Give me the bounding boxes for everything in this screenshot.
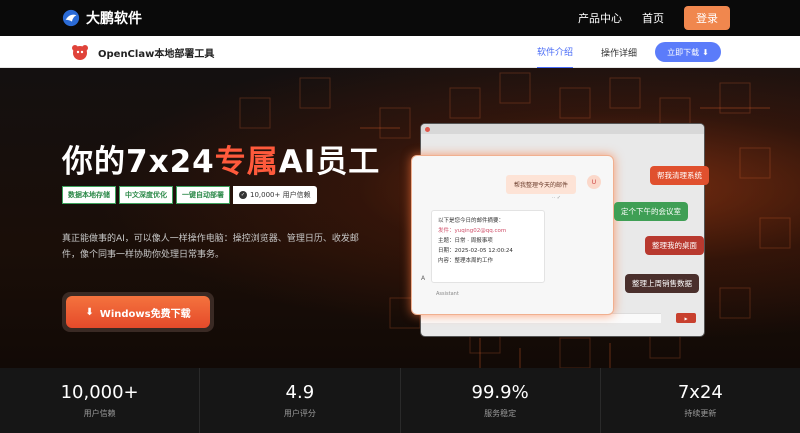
top-nav: 产品中心 首页 登录 xyxy=(578,0,730,36)
chip-book-meeting-room-label: 定个下午的会议室 xyxy=(621,207,681,216)
feature-tags: 数据本地存储 中文深度优化 一键自动部署 ✓ 10,000+ 用户信赖 xyxy=(62,186,317,204)
stat-users: 10,000+ 用户信赖 xyxy=(0,368,201,433)
tab-operation-details[interactable]: 操作详细 xyxy=(601,46,637,59)
app-logo-icon xyxy=(425,126,430,132)
stat-label: 持续更新 xyxy=(684,409,717,418)
stat-label: 服务稳定 xyxy=(484,409,517,418)
chip-clean-system-label: 帮我清理系统 xyxy=(657,171,702,180)
bird-logo-icon xyxy=(62,9,80,27)
download-now-button[interactable]: 立即下载 ⬇ xyxy=(655,42,721,62)
stat-rating: 4.9 用户评分 xyxy=(200,368,401,433)
nav-product-center[interactable]: 产品中心 xyxy=(578,10,622,26)
tag-local-storage: 数据本地存储 xyxy=(62,186,116,204)
download-arrow-icon: ⬇ xyxy=(702,47,709,57)
users-badge: ✓ 10,000+ 用户信赖 xyxy=(233,186,317,204)
chip-sales-data[interactable]: 整理上周销售数据 xyxy=(625,274,699,293)
stats-bar: 10,000+ 用户信赖 4.9 用户评分 99.9% 服务稳定 7x24 持续… xyxy=(0,368,800,433)
headline-accent: 专属 xyxy=(214,144,279,180)
login-button[interactable]: 登录 xyxy=(684,6,730,30)
hero-section: 你的7x24专属AI员工 数据本地存储 中文深度优化 一键自动部署 ✓ 10,0… xyxy=(0,68,800,368)
tag-chinese-optimized: 中文深度优化 xyxy=(119,186,173,204)
nav-home[interactable]: 首页 xyxy=(642,10,664,26)
stat-value: 7x24 xyxy=(677,382,723,403)
chip-organize-desktop[interactable]: 整理我的桌面 xyxy=(645,236,704,255)
app-titlebar xyxy=(421,124,704,134)
tag-auto-deploy: 一键自动部署 xyxy=(176,186,230,204)
chip-organize-desktop-label: 整理我的桌面 xyxy=(652,241,697,250)
ai-line-3: 主题：日常 · 周报事项 xyxy=(438,238,493,244)
tab-software-intro[interactable]: 软件介绍 xyxy=(537,36,574,69)
openclaw-logo-icon xyxy=(72,45,88,60)
app-send-button: ▶ xyxy=(676,313,696,323)
chip-sales-data-label: 整理上周销售数据 xyxy=(632,279,692,288)
stat-uptime: 99.9% 服务稳定 xyxy=(401,368,601,433)
ai-message-bubble: 以下是您今日的邮件摘要： 发件：yuqing02@qq.com 主题：日常 · … xyxy=(431,210,545,283)
users-badge-label: 10,000+ 用户信赖 xyxy=(250,191,311,199)
headline-part-2: AI员工 xyxy=(278,144,381,180)
headline-part-1: 你的7x24 xyxy=(62,144,215,180)
stat-label: 用户评分 xyxy=(283,409,316,418)
download-now-label: 立即下载 xyxy=(667,47,700,57)
user-message-meta: ·· ✓ xyxy=(552,195,561,201)
ai-footer: Assistant xyxy=(436,291,459,297)
product-name: OpenClaw本地部署工具 xyxy=(98,48,215,60)
brand[interactable]: 大鹏软件 xyxy=(62,8,142,28)
top-navbar: 大鹏软件 产品中心 首页 登录 xyxy=(0,0,800,36)
download-icon: ⬇ xyxy=(85,306,94,318)
hero-description: 真正能做事的AI，可以像人一样操作电脑：操控浏览器、管理日历、收发邮件，像个同事… xyxy=(62,234,359,260)
user-avatar: U xyxy=(587,175,601,189)
windows-download-inner: ⬇ Windows免费下载 xyxy=(66,296,210,328)
stat-value: 4.9 xyxy=(285,382,315,403)
stat-value: 99.9% xyxy=(471,382,529,403)
user-message-bubble: 帮我整理今天的邮件 xyxy=(506,175,577,194)
stat-value: 10,000+ xyxy=(60,382,139,403)
product-brand[interactable]: OpenClaw本地部署工具 xyxy=(70,42,214,62)
chip-clean-system[interactable]: 帮我清理系统 xyxy=(650,166,709,185)
windows-download-label: Windows免费下载 xyxy=(99,308,191,320)
hero-headline: 你的7x24专属AI员工 xyxy=(62,136,380,181)
ai-line-4: 日期：2025-02-05 12:00:24 xyxy=(438,248,513,254)
stat-label: 用户信赖 xyxy=(83,409,116,418)
brand-name: 大鹏软件 xyxy=(86,11,142,27)
chat-card: 帮我整理今天的邮件 ·· ✓ U 以下是您今日的邮件摘要： 发件：yuqing0… xyxy=(411,155,614,315)
ai-line-5: 内容：整理本周的工作 xyxy=(438,258,494,264)
check-circle-icon: ✓ xyxy=(239,191,247,199)
sub-nav: 软件介绍 操作详细 xyxy=(537,36,637,69)
chip-book-meeting-room[interactable]: 定个下午的会议室 xyxy=(614,202,688,221)
windows-download-button[interactable]: ⬇ Windows免费下载 xyxy=(62,292,214,332)
stat-updates: 7x24 持续更新 xyxy=(601,368,800,433)
ai-avatar: A xyxy=(421,275,426,282)
ai-line-1: 以下是您今日的邮件摘要： xyxy=(438,218,505,224)
ai-line-2: 发件：yuqing02@qq.com xyxy=(438,228,507,234)
